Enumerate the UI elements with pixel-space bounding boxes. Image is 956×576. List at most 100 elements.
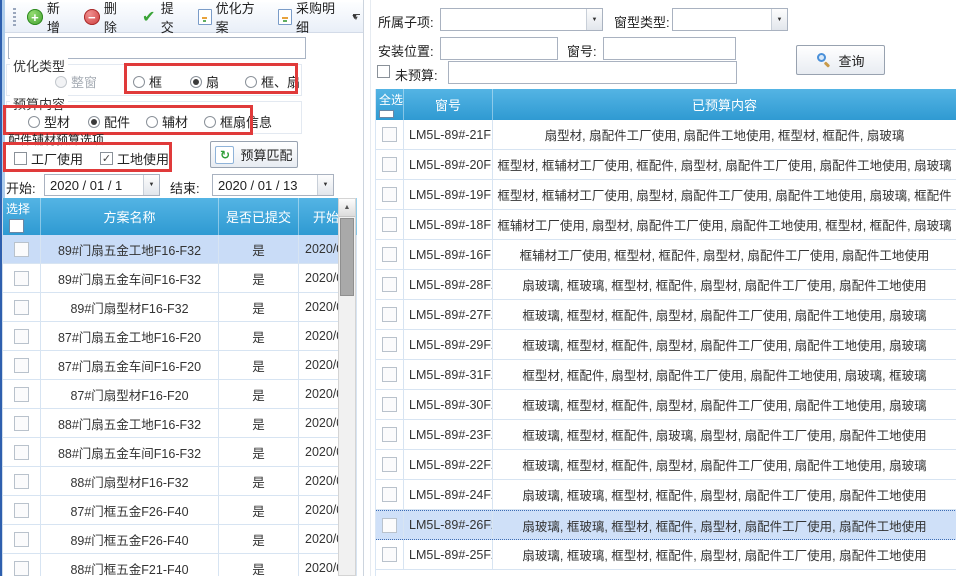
budget-content-option[interactable]: 框扇信息 [204,112,272,131]
query-button[interactable]: 查询 [796,45,885,75]
budget-content-radio-icon[interactable] [28,116,40,128]
budget-content-radio-icon[interactable] [204,116,216,128]
row-checkbox[interactable] [382,367,397,382]
row-checkbox[interactable] [382,547,397,562]
budget-table-row[interactable]: LM5L-89#-28F26扇玻璃, 框玻璃, 框型材, 框配件, 扇型材, 扇… [376,270,956,300]
budget-content-option[interactable]: 辅材 [146,112,188,131]
budget-select-all-checkbox[interactable] [379,110,394,118]
plan-table-row[interactable]: 87#门框五金F26-F40是2020/0 [3,496,357,525]
usage-checkbox-icon[interactable] [14,152,27,165]
plan-table-row[interactable]: 87#门扇型材F16-F20是2020/0 [3,380,357,409]
plan-name-header[interactable]: 方案名称 [41,198,219,235]
no-budget-checkbox[interactable] [377,65,390,78]
window-no-input[interactable] [603,37,736,60]
row-checkbox[interactable] [382,217,397,232]
toolbar-overflow-button[interactable]: ▼ [349,8,363,27]
plan-table-row[interactable]: 88#门扇型材F16-F32是2020/0 [3,467,357,496]
row-checkbox[interactable] [382,427,397,442]
no-budget-input[interactable] [448,61,737,84]
plan-table-row[interactable]: 87#门扇五金车间F16-F20是2020/0 [3,351,357,380]
delete-button[interactable]: − 删除 [79,0,134,39]
plan-table-row[interactable]: 88#门框五金F21-F40是2020/0 [3,554,357,576]
budget-content-option[interactable]: 配件 [88,112,130,131]
usage-checkbox-icon[interactable]: ✓ [100,152,113,165]
budget-match-button[interactable]: ↻ 预算匹配 [210,141,298,168]
chevron-down-icon[interactable]: ▼ [317,175,333,195]
row-checkbox[interactable] [382,487,397,502]
row-checkbox[interactable] [382,457,397,472]
budget-table-row[interactable]: LM5L-89#-19F17框型材, 框辅材工厂使用, 扇型材, 扇配件工厂使用… [376,180,956,210]
row-checkbox[interactable] [14,474,29,489]
row-checkbox[interactable] [14,242,29,257]
row-checkbox[interactable] [382,397,397,412]
plan-table-row[interactable]: 89#门框五金F26-F40是2020/0 [3,525,357,554]
opt-type-option[interactable]: 框 [133,72,162,91]
usage-checkbox-item[interactable]: ✓工地使用 [100,149,169,168]
date-end-picker[interactable]: 2020 / 01 / 13 ▼ [212,174,334,196]
budget-table-row[interactable]: LM5L-89#-23F21框玻璃, 框型材, 框配件, 扇玻璃, 扇型材, 扇… [376,420,956,450]
budget-table-row[interactable]: LM5L-89#-27F25框玻璃, 框型材, 框配件, 扇型材, 扇配件工厂使… [376,300,956,330]
chevron-down-icon[interactable]: ▼ [143,175,159,195]
submit-button[interactable]: ✔ 提交 [136,0,191,39]
plan-select-all-checkbox[interactable] [9,219,24,233]
budget-table-row[interactable]: LM5L-89#-18F16框辅材工厂使用, 扇型材, 扇配件工厂使用, 扇配件… [376,210,956,240]
row-checkbox[interactable] [382,337,397,352]
budget-content-radio-icon[interactable] [146,116,158,128]
optimize-plan-button[interactable]: 优化方案 [193,0,271,39]
plan-table-row[interactable]: 88#门扇五金车间F16-F32是2020/0 [3,438,357,467]
row-checkbox[interactable] [14,445,29,460]
budget-content-radio-icon[interactable] [88,116,100,128]
budget-table-row[interactable]: LM5L-89#-31F29框型材, 框配件, 扇型材, 扇配件工厂使用, 扇配… [376,360,956,390]
window-type-select[interactable]: ▼ [672,8,788,31]
budget-table-row[interactable]: LM5L-89#-29F27框玻璃, 框型材, 框配件, 扇型材, 扇配件工厂使… [376,330,956,360]
scrollbar-thumb[interactable] [340,218,354,296]
scroll-up-icon[interactable]: ▲ [339,199,355,217]
row-checkbox[interactable] [14,387,29,402]
row-checkbox[interactable] [382,518,397,533]
chevron-down-icon[interactable]: ▼ [771,9,787,30]
row-checkbox[interactable] [382,277,397,292]
row-checkbox[interactable] [14,561,29,576]
row-checkbox[interactable] [14,358,29,373]
budget-content-option[interactable]: 型材 [28,112,70,131]
row-checkbox[interactable] [14,503,29,518]
opt-type-radio-icon[interactable] [190,76,202,88]
chevron-down-icon[interactable]: ▼ [586,9,602,30]
row-checkbox[interactable] [14,416,29,431]
row-checkbox[interactable] [382,127,397,142]
budget-table-row[interactable]: LM5L-89#-24F22扇玻璃, 框玻璃, 框型材, 框配件, 扇型材, 扇… [376,480,956,510]
usage-checkbox-item[interactable]: 工厂使用 [14,149,83,168]
row-checkbox[interactable] [382,247,397,262]
row-checkbox[interactable] [14,329,29,344]
plan-table-row[interactable]: 89#门扇型材F16-F32是2020/0 [3,293,357,322]
row-checkbox[interactable] [382,187,397,202]
opt-type-option[interactable]: 扇 [190,72,219,91]
plan-submitted-header[interactable]: 是否已提交 [219,198,299,235]
budget-table-row[interactable]: LM5L-89#-16F15框辅材工厂使用, 框型材, 框配件, 扇型材, 扇配… [376,240,956,270]
plan-table-row[interactable]: 89#门扇五金车间F16-F32是2020/0 [3,264,357,293]
row-checkbox[interactable] [14,532,29,547]
row-checkbox[interactable] [14,271,29,286]
plan-table-row[interactable]: 89#门扇五金工地F16-F32是2020/0 [3,235,357,264]
budget-table-row[interactable]: LM5L-89#-22F20框玻璃, 框型材, 框配件, 扇型材, 扇配件工厂使… [376,450,956,480]
budget-table-row[interactable]: LM5L-89#-26F24扇玻璃, 框玻璃, 框型材, 框配件, 扇型材, 扇… [376,510,956,540]
budget-table-row[interactable]: LM5L-89#-21F19扇型材, 扇配件工厂使用, 扇配件工地使用, 框型材… [376,120,956,150]
budget-table-row[interactable]: LM5L-89#-30F28框玻璃, 框型材, 框配件, 扇型材, 扇配件工厂使… [376,390,956,420]
plan-table-row[interactable]: 87#门扇五金工地F16-F20是2020/0 [3,322,357,351]
plan-table-row[interactable]: 88#门扇五金工地F16-F32是2020/0 [3,409,357,438]
budget-table-row[interactable]: LM5L-89#-25F23扇玻璃, 框玻璃, 框型材, 框配件, 扇型材, 扇… [376,540,956,570]
add-button[interactable]: + 新增 [22,0,77,39]
row-checkbox[interactable] [382,157,397,172]
panel-divider[interactable] [363,0,364,576]
opt-type-option[interactable]: 框、扇 [245,72,300,91]
date-start-picker[interactable]: 2020 / 01 / 1 ▼ [44,174,160,196]
opt-type-radio-icon[interactable] [245,76,257,88]
budget-window-no-header[interactable]: 窗号 [404,89,493,120]
toolbar-grip[interactable] [13,8,16,26]
opt-type-radio-icon[interactable] [133,76,145,88]
sub-item-select[interactable]: ▼ [440,8,603,31]
row-checkbox[interactable] [14,300,29,315]
budget-table-row[interactable]: LM5L-89#-20F18框型材, 框辅材工厂使用, 框配件, 扇型材, 扇配… [376,150,956,180]
budget-content-header[interactable]: 已预算内容 [493,89,956,120]
install-pos-input[interactable] [440,37,558,60]
